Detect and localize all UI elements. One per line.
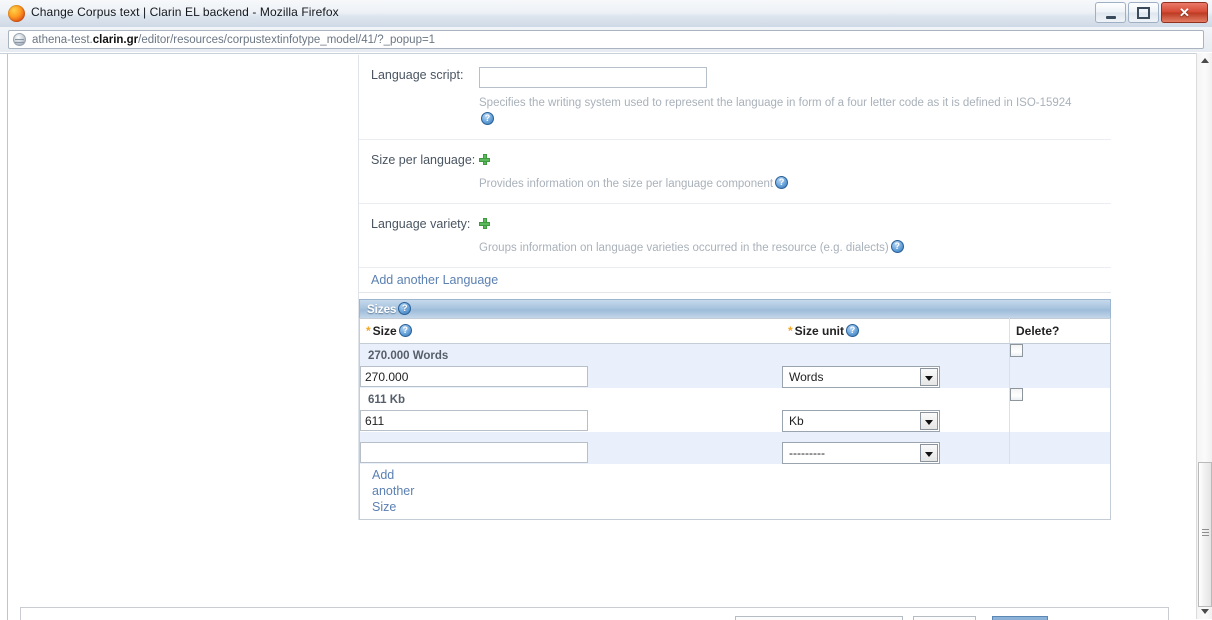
column-header-size-unit-label: Size unit: [794, 324, 845, 338]
size-unit-cell: Words: [782, 366, 1010, 388]
row-title-cell: 611 Kb: [359, 388, 1010, 410]
table-row: 270.000 Words: [359, 343, 1111, 388]
scrollbar-grip-icon: [1202, 529, 1209, 536]
save-button[interactable]: Save: [992, 616, 1048, 620]
close-button[interactable]: ✕: [1161, 2, 1208, 23]
size-unit-value: ---------: [789, 446, 825, 460]
size-input[interactable]: [360, 366, 588, 387]
browser-navbar: athena-test.clarin.gr/editor/resources/c…: [0, 27, 1212, 52]
chevron-down-icon[interactable]: [920, 444, 938, 462]
add-plus-icon[interactable]: [479, 154, 490, 165]
window-controls: ✕: [1095, 2, 1208, 23]
url-bar[interactable]: athena-test.clarin.gr/editor/resources/c…: [8, 30, 1204, 49]
help-size-per-language-text: Provides information on the size per lan…: [479, 178, 774, 190]
sizes-section-header: Sizes: [359, 299, 1111, 318]
form-row-language-script: Language script: Specifies the writing s…: [359, 55, 1111, 140]
minimize-button[interactable]: [1095, 2, 1126, 23]
size-unit-value: Kb: [789, 414, 804, 428]
column-header-size-unit: * Size unit: [782, 318, 1010, 344]
add-another-size-row: Add another Size: [359, 464, 1111, 520]
table-row-fields: Words: [359, 366, 1111, 388]
chevron-down-icon[interactable]: [920, 412, 938, 430]
help-language-variety: Groups information on language varieties…: [479, 240, 1079, 257]
size-unit-cell: Kb: [782, 410, 1010, 432]
size-cell: [359, 366, 782, 388]
firefox-logo-icon: [8, 5, 25, 22]
size-unit-select[interactable]: Words: [782, 366, 940, 388]
size-input[interactable]: [360, 442, 588, 463]
table-row-empty: ---------: [359, 432, 1111, 464]
form-inner: Language script: Specifies the writing s…: [358, 55, 1111, 520]
help-icon[interactable]: [398, 302, 412, 315]
label-size-per-language: Size per language:: [371, 153, 476, 167]
firefox-window: Change Corpus text | Clarin EL backend -…: [0, 0, 1212, 620]
row-title: 270.000 Words: [368, 350, 449, 362]
url-text: athena-test.clarin.gr/editor/resources/c…: [32, 33, 435, 47]
help-icon[interactable]: [890, 240, 904, 253]
maximize-icon: [1137, 6, 1150, 19]
save-and-continue-button[interactable]: Save and continue editing: [735, 616, 903, 620]
url-prefix: athena-test.: [32, 34, 93, 46]
sizes-section: Sizes *Size *Size unit Delete?: [359, 299, 1111, 520]
form-row-size-per-language: Size per language: Provides information …: [359, 140, 1111, 204]
size-cell: [359, 432, 782, 464]
delete-cell: [1009, 343, 1111, 388]
chevron-down-icon[interactable]: [920, 368, 938, 386]
cancel-button[interactable]: Cancel: [913, 616, 976, 620]
help-size-per-language: Provides information on the size per lan…: [479, 176, 1079, 193]
column-header-size-label: Size: [372, 324, 397, 338]
label-language-script: Language script:: [371, 68, 464, 82]
label-language-variety: Language variety:: [371, 217, 471, 231]
delete-checkbox[interactable]: [1010, 388, 1023, 401]
size-cell: [359, 410, 782, 432]
size-input[interactable]: [360, 410, 588, 431]
page-viewport: Language script: Specifies the writing s…: [0, 53, 1212, 620]
required-star: *: [366, 324, 371, 338]
help-language-variety-text: Groups information on language varieties…: [479, 242, 889, 254]
size-unit-select[interactable]: ---------: [782, 442, 940, 464]
delete-cell: [1009, 388, 1111, 432]
row-title: 611 Kb: [368, 394, 406, 406]
add-plus-icon[interactable]: [479, 218, 490, 229]
globe-icon: [13, 33, 26, 46]
delete-checkbox[interactable]: [1010, 344, 1023, 357]
column-header-delete: Delete?: [1009, 318, 1111, 344]
url-path: /editor/resources/corpustextinfotype_mod…: [138, 34, 436, 46]
column-header-size: * Size: [359, 318, 782, 344]
add-another-language-link[interactable]: Add another Language: [359, 268, 1111, 293]
submit-row: Save and continue editing Cancel Save: [20, 607, 1169, 620]
help-icon[interactable]: [846, 324, 860, 337]
row-title-cell: 270.000 Words: [359, 343, 1010, 366]
sizes-table: *Size *Size unit Delete? 270.000 Words: [359, 318, 1111, 520]
window-titlebar: Change Corpus text | Clarin EL backend -…: [0, 0, 1212, 28]
vertical-scrollbar[interactable]: [1196, 53, 1212, 619]
sizes-title: Sizes: [367, 304, 397, 316]
help-language-script: Specifies the writing system used to rep…: [479, 95, 1079, 129]
form-row-language-variety: Language variety: Groups information on …: [359, 204, 1111, 268]
required-star: *: [788, 324, 793, 338]
scroll-up-arrow-icon[interactable]: [1197, 53, 1212, 69]
sizes-table-header-row: *Size *Size unit Delete?: [359, 318, 1111, 344]
help-icon[interactable]: [775, 176, 789, 189]
size-unit-cell: ---------: [782, 432, 1010, 464]
scrollbar-thumb[interactable]: [1198, 462, 1212, 607]
page-left-border: [7, 54, 8, 620]
help-icon[interactable]: [481, 112, 494, 125]
table-row: 611 Kb: [359, 388, 1111, 432]
delete-cell: [1009, 432, 1111, 464]
size-unit-value: Words: [789, 370, 824, 384]
language-script-input[interactable]: [479, 67, 707, 88]
scroll-down-arrow-icon[interactable]: [1197, 603, 1212, 619]
help-icon[interactable]: [398, 324, 412, 337]
close-icon: ✕: [1179, 5, 1190, 20]
add-another-size-link[interactable]: Add another Size: [360, 464, 422, 519]
minimize-icon: [1105, 16, 1116, 19]
window-title: Change Corpus text | Clarin EL backend -…: [31, 5, 339, 19]
size-unit-select[interactable]: Kb: [782, 410, 940, 432]
help-language-script-text: Specifies the writing system used to rep…: [479, 97, 1072, 109]
table-row-fields: Kb: [359, 410, 1111, 432]
maximize-button[interactable]: [1128, 2, 1159, 23]
url-domain: clarin.gr: [92, 34, 139, 46]
add-another-size-cell: Add another Size: [359, 464, 1111, 520]
